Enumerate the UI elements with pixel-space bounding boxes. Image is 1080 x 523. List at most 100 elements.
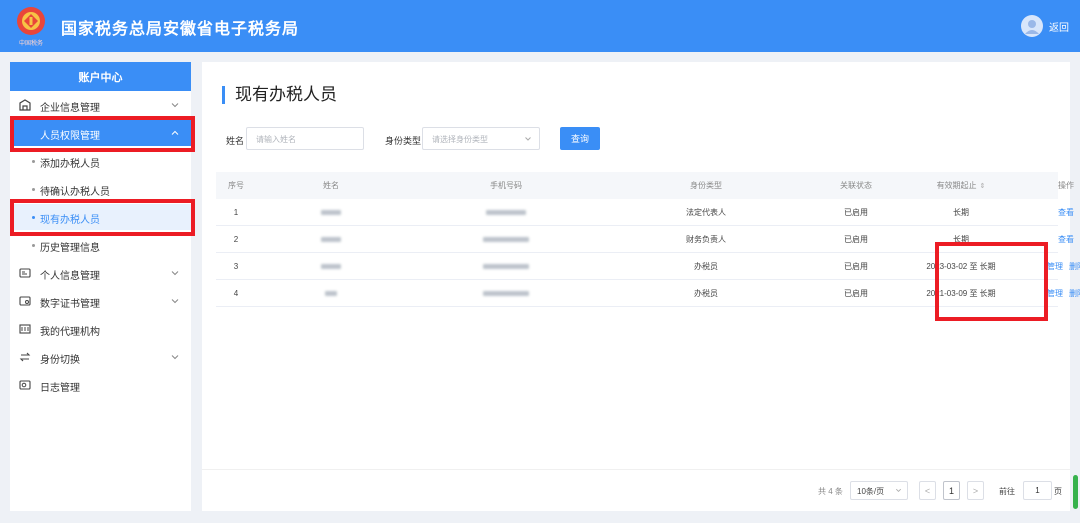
bullet-icon xyxy=(32,160,35,163)
user-avatar[interactable] xyxy=(1021,15,1043,37)
row-ops: 查看 xyxy=(1016,199,1080,226)
certificate-icon xyxy=(19,296,31,306)
sidebar-subitem-label: 现有办税人员 xyxy=(40,215,100,226)
name-redacted xyxy=(256,253,406,280)
type-select-placeholder: 请选择身份类型 xyxy=(432,135,488,144)
table-header: 序号 姓名 手机号码 身份类型 关联状态 有效期起止 ⇕ 操作 xyxy=(216,172,1074,199)
main-panel: 现有办税人员 姓名 请输入姓名 身份类型 请选择身份类型 查询 序号 姓名 手机… xyxy=(202,62,1080,511)
row-period: 长期 xyxy=(953,235,969,244)
app-title: 国家税务总局安徽省电子税务局 xyxy=(61,19,300,38)
col-header-phone: 手机号码 xyxy=(490,181,522,190)
chevron-up-icon xyxy=(171,130,179,135)
phone-redacted xyxy=(406,253,606,280)
total-count: 共 4 条 xyxy=(818,487,843,496)
sidebar-subitem-current[interactable]: 现有办税人员 xyxy=(10,204,191,230)
sidebar-subitem-label: 待确认办税人员 xyxy=(40,187,110,198)
prev-page-button[interactable]: < xyxy=(919,481,936,500)
bullet-icon xyxy=(32,216,35,219)
delete-link[interactable]: 删除 xyxy=(1069,261,1080,272)
sidebar-subitem-history[interactable]: 历史管理信息 xyxy=(10,232,191,258)
name-redacted xyxy=(256,226,406,253)
sidebar-heading: 账户中心 xyxy=(10,62,191,91)
col-header-status: 关联状态 xyxy=(840,181,872,190)
page-size-value: 10条/页 xyxy=(857,487,885,496)
building-icon xyxy=(19,99,31,111)
sidebar-item-permission[interactable]: 人员权限管理 xyxy=(10,120,191,146)
row-index: 4 xyxy=(233,289,239,298)
sidebar-item-certificate[interactable]: 数字证书管理 xyxy=(10,288,191,314)
id-card-icon xyxy=(19,268,31,278)
sidebar-item-agency[interactable]: 我的代理机构 xyxy=(10,316,191,342)
page-1-button[interactable]: 1 xyxy=(943,481,960,500)
staff-table: 序号 姓名 手机号码 身份类型 关联状态 有效期起止 ⇕ 操作 1 法定代表人 已… xyxy=(216,172,1080,307)
table-row: 3 办税员 已启用 2023-03-02 至 长期 管理删除 xyxy=(216,253,1080,280)
delete-link[interactable]: 删除 xyxy=(1069,288,1080,299)
goto-unit: 页 xyxy=(1054,487,1062,496)
type-select[interactable]: 请选择身份类型 xyxy=(422,127,540,150)
agency-icon xyxy=(19,324,31,334)
row-status: 已启用 xyxy=(844,208,868,217)
chevron-down-icon xyxy=(171,271,179,276)
phone-redacted xyxy=(406,280,606,307)
manage-link[interactable]: 管理 xyxy=(1047,261,1063,272)
chevron-down-icon xyxy=(171,299,179,304)
sidebar-item-label: 数字证书管理 xyxy=(40,299,100,310)
sidebar-item-enterprise-info[interactable]: 企业信息管理 xyxy=(10,92,191,118)
sidebar-subitem-add[interactable]: 添加办税人员 xyxy=(10,148,191,174)
sidebar-subitem-label: 历史管理信息 xyxy=(40,243,100,254)
page-size-select[interactable]: 10条/页 xyxy=(850,481,908,500)
phone-redacted xyxy=(406,226,606,253)
row-index: 3 xyxy=(233,262,239,271)
row-ops: 管理删除 xyxy=(1016,280,1080,307)
next-page-button[interactable]: > xyxy=(967,481,984,500)
bullet-icon xyxy=(32,244,35,247)
switch-icon xyxy=(19,352,31,362)
view-link[interactable]: 查看 xyxy=(1058,234,1074,245)
col-header-name: 姓名 xyxy=(323,181,339,190)
log-icon xyxy=(19,380,31,390)
row-ops: 管理删除 xyxy=(1016,253,1080,280)
emblem-caption: 中国税务 xyxy=(18,41,43,47)
row-index: 2 xyxy=(233,235,239,244)
sidebar-item-label: 我的代理机构 xyxy=(40,327,100,338)
top-bar: 中国税务 国家税务总局安徽省电子税务局 返回 xyxy=(0,0,1080,52)
col-header-ops: 操作 xyxy=(1058,181,1074,190)
table-row: 4 办税员 已启用 2021-03-09 至 长期 管理删除 xyxy=(216,280,1080,307)
goto-page-input[interactable]: 1 xyxy=(1023,481,1052,500)
col-header-period-label: 有效期起止 xyxy=(936,181,977,190)
row-ops: 查看 xyxy=(1016,226,1080,253)
chevron-down-icon xyxy=(525,137,531,141)
sidebar-item-log[interactable]: 日志管理 xyxy=(10,372,191,398)
row-type: 办税员 xyxy=(694,289,718,298)
row-period: 长期 xyxy=(953,208,969,217)
scrollbar-thumb[interactable] xyxy=(1073,475,1078,509)
name-redacted xyxy=(256,199,406,226)
sidebar-item-label: 身份切换 xyxy=(40,355,80,366)
sidebar-item-label: 人员权限管理 xyxy=(40,131,100,142)
bullet-icon xyxy=(32,188,35,191)
manage-link[interactable]: 管理 xyxy=(1047,288,1063,299)
row-period: 2023-03-02 至 长期 xyxy=(926,262,996,271)
page-title: 现有办税人员 xyxy=(222,86,337,104)
col-header-period[interactable]: 有效期起止 ⇕ xyxy=(906,172,1016,199)
name-input[interactable]: 请输入姓名 xyxy=(246,127,364,150)
sidebar-item-personal-info[interactable]: 个人信息管理 xyxy=(10,260,191,286)
back-link[interactable]: 返回 xyxy=(1049,19,1069,34)
row-type: 财务负责人 xyxy=(686,235,726,244)
sort-icon[interactable]: ⇕ xyxy=(980,182,986,190)
sidebar-item-label: 日志管理 xyxy=(40,383,80,394)
row-status: 已启用 xyxy=(844,289,868,298)
user-icon xyxy=(1025,20,1039,34)
sidebar-subitem-label: 添加办税人员 xyxy=(40,159,100,170)
sidebar-item-switch-identity[interactable]: 身份切换 xyxy=(10,344,191,370)
pagination: 共 4 条 10条/页 < 1 > 前往 1 页 xyxy=(202,469,1070,511)
chevron-down-icon xyxy=(896,488,901,492)
type-filter-label: 身份类型 xyxy=(385,136,422,146)
sidebar-subitem-pending[interactable]: 待确认办税人员 xyxy=(10,176,191,202)
table-row: 1 法定代表人 已启用 长期 查看 xyxy=(216,199,1074,226)
query-button[interactable]: 查询 xyxy=(560,127,600,150)
sidebar-item-label: 企业信息管理 xyxy=(40,103,100,114)
table-row: 2 财务负责人 已启用 长期 查看 xyxy=(216,226,1074,253)
view-link[interactable]: 查看 xyxy=(1058,207,1074,218)
row-index: 1 xyxy=(233,208,239,217)
